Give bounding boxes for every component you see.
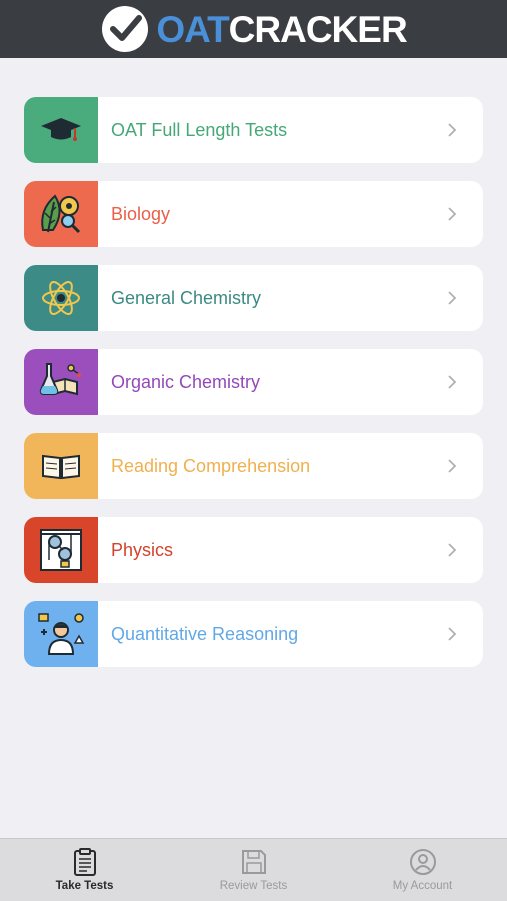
chevron-right-icon (448, 291, 457, 305)
chevron-right-icon (448, 627, 457, 641)
subject-item-biology[interactable]: Biology (24, 181, 483, 247)
subject-item-general-chemistry[interactable]: General Chemistry (24, 265, 483, 331)
pulley-icon (40, 529, 82, 571)
tab-my-account[interactable]: My Account (338, 839, 507, 901)
subject-label: OAT Full Length Tests (111, 119, 288, 140)
subject-item-organic-chemistry[interactable]: Organic Chemistry (24, 349, 483, 415)
subject-icon-tile (24, 601, 98, 667)
subject-icon-tile (24, 517, 98, 583)
subject-item-quantitative-reasoning[interactable]: Quantitative Reasoning (24, 601, 483, 667)
subject-item-physics[interactable]: Physics (24, 517, 483, 583)
graduation-cap-icon (41, 118, 81, 141)
logo-text-oat: OAT (156, 8, 229, 50)
chevron-right-icon (448, 459, 457, 473)
chevron-right-icon (448, 123, 457, 137)
subject-list: OAT Full Length Tests Biology General Ch… (24, 97, 483, 685)
leaf-microscope-icon (41, 194, 81, 234)
subject-item-reading-comprehension[interactable]: Reading Comprehension (24, 433, 483, 499)
atom-icon (42, 281, 80, 315)
subject-label: Reading Comprehension (111, 455, 311, 476)
chevron-right-icon (448, 375, 457, 389)
subject-item-oat-full-length-tests[interactable]: OAT Full Length Tests (24, 97, 483, 163)
tab-label: Review Tests (219, 880, 288, 892)
subject-icon-tile (24, 265, 98, 331)
subject-label: Quantitative Reasoning (111, 623, 299, 644)
tab-review-tests[interactable]: Review Tests (169, 839, 338, 901)
subject-label: Biology (111, 203, 171, 224)
subject-icon-tile (24, 97, 98, 163)
clipboard-icon (73, 848, 96, 876)
logo-text-cracker: CRACKER (228, 8, 408, 50)
app-header: OATCRACKER (0, 0, 507, 58)
subject-icon-tile (24, 181, 98, 247)
floppy-disk-icon (241, 850, 266, 874)
checkmark-circle-icon (102, 6, 149, 52)
tab-label: Take Tests (55, 880, 114, 892)
flask-book-icon (39, 363, 81, 396)
chevron-right-icon (448, 543, 457, 557)
subject-label: Physics (111, 539, 174, 560)
subject-label: Organic Chemistry (111, 371, 261, 392)
chevron-right-icon (448, 207, 457, 221)
open-book-icon (42, 454, 80, 480)
subject-icon-tile (24, 433, 98, 499)
subject-label: General Chemistry (111, 287, 262, 308)
subject-icon-tile (24, 349, 98, 415)
person-math-icon (38, 613, 85, 655)
bottom-tab-bar: Take Tests Review Tests My Account (0, 838, 507, 901)
app-logo: OATCRACKER (100, 4, 408, 54)
user-circle-icon (409, 849, 436, 875)
tab-take-tests[interactable]: Take Tests (0, 839, 169, 901)
tab-label: My Account (392, 880, 453, 892)
